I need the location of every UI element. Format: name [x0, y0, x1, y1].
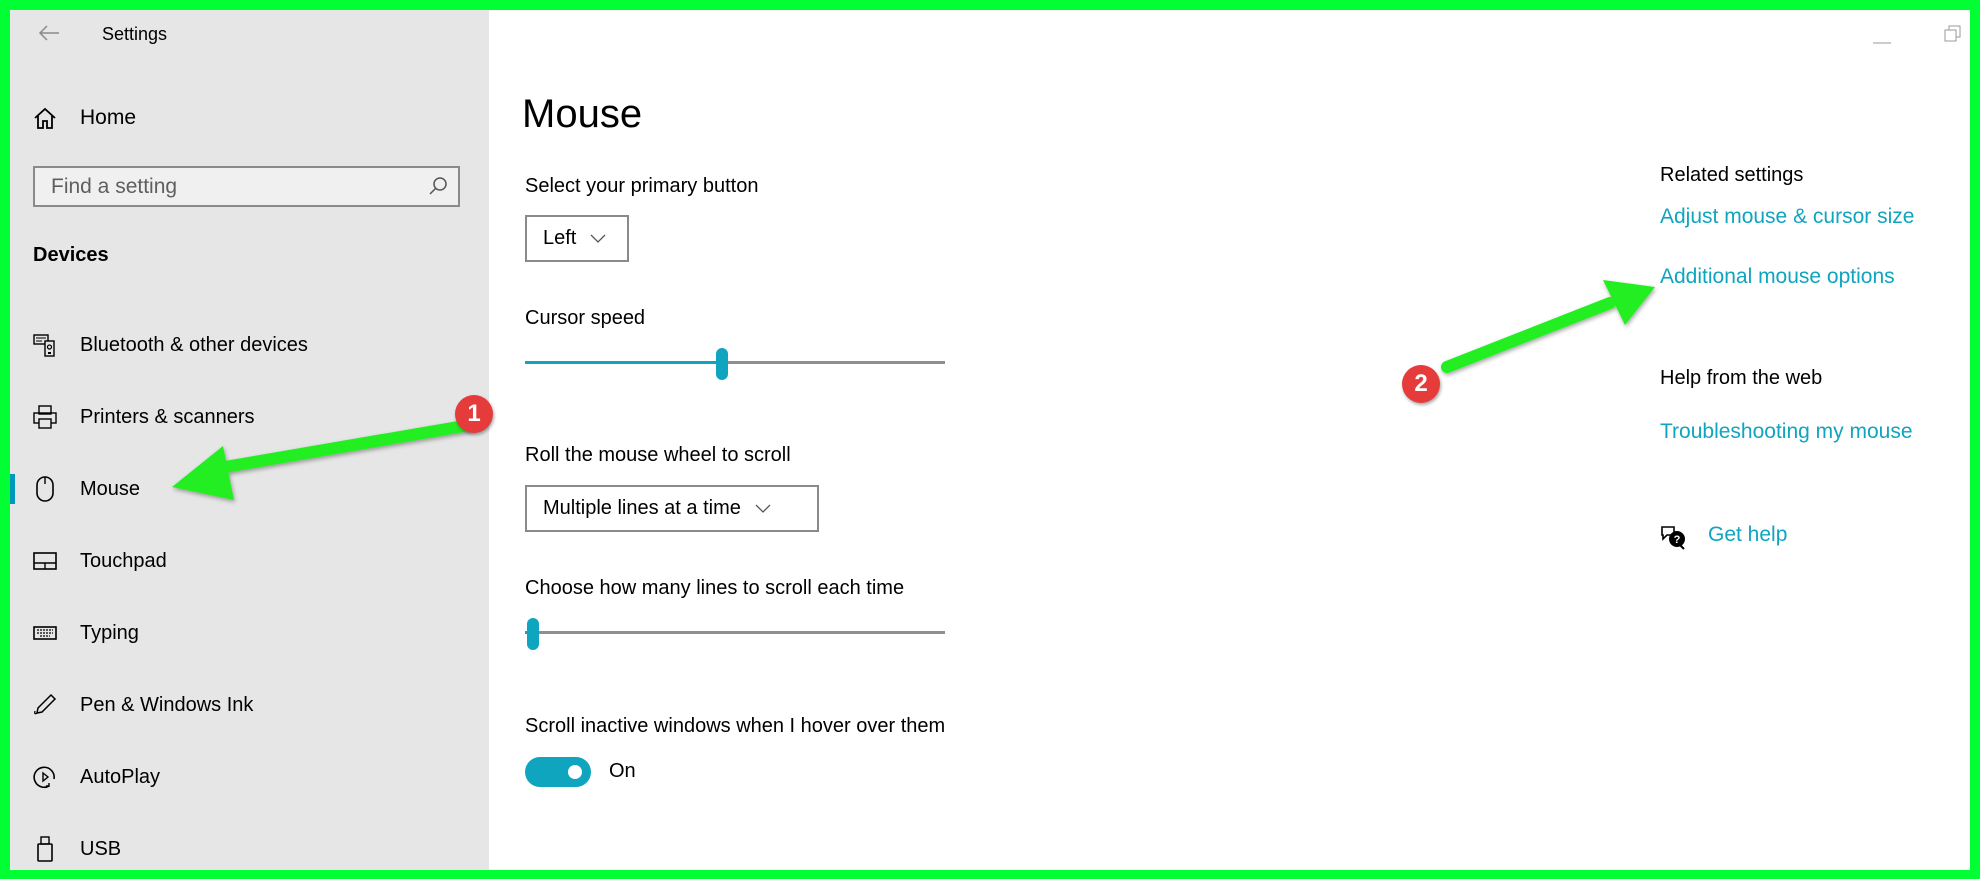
sidebar-item-usb[interactable]: USB	[10, 819, 489, 870]
wheel-scroll-dropdown[interactable]: Multiple lines at a time	[525, 485, 819, 532]
pen-icon	[32, 693, 58, 717]
chevron-down-icon	[590, 234, 606, 244]
sidebar-item-label: Touchpad	[80, 549, 167, 572]
minimize-button[interactable]	[1872, 32, 1894, 44]
back-button[interactable]	[34, 20, 64, 48]
sidebar-home[interactable]: Home	[32, 100, 136, 136]
search-icon[interactable]	[428, 176, 448, 201]
settings-window: Settings Home Devices Bluetooth & other …	[10, 10, 1970, 870]
adjust-cursor-size-link[interactable]: Adjust mouse & cursor size	[1660, 205, 1914, 229]
slider-thumb[interactable]	[716, 348, 729, 380]
sidebar-item-label: Mouse	[80, 477, 141, 500]
sidebar-item-printers[interactable]: Printers & scanners	[10, 387, 489, 447]
additional-mouse-options-link[interactable]: Additional mouse options	[1660, 265, 1895, 289]
cursor-speed-label: Cursor speed	[525, 307, 646, 329]
primary-button-dropdown[interactable]: Left	[525, 215, 629, 262]
page-title: Mouse	[522, 92, 643, 136]
annotation-marker-2: 2	[1402, 365, 1440, 403]
lines-to-scroll-slider[interactable]	[525, 618, 945, 650]
svg-text:?: ?	[1674, 534, 1681, 546]
search-input[interactable]	[35, 168, 421, 205]
scroll-inactive-state: On	[609, 760, 636, 782]
sidebar: Settings Home Devices Bluetooth & other …	[10, 10, 489, 870]
troubleshooting-link[interactable]: Troubleshooting my mouse	[1660, 420, 1913, 444]
sidebar-item-label: Printers & scanners	[80, 405, 255, 428]
sidebar-item-pen[interactable]: Pen & Windows Ink	[10, 675, 489, 735]
sidebar-item-autoplay[interactable]: AutoPlay	[10, 747, 489, 807]
sidebar-item-touchpad[interactable]: Touchpad	[10, 531, 489, 591]
primary-button-value: Left	[543, 227, 577, 249]
sidebar-item-label: Typing	[80, 621, 139, 644]
slider-thumb[interactable]	[527, 618, 540, 650]
restore-icon	[1944, 25, 1961, 42]
sidebar-item-label: AutoPlay	[80, 765, 161, 788]
restore-button[interactable]	[1944, 25, 1962, 43]
keyboard-icon	[32, 625, 58, 641]
bluetooth-devices-icon	[32, 333, 58, 357]
back-arrow-icon	[38, 25, 59, 41]
autoplay-icon	[32, 765, 58, 789]
sidebar-item-label: Pen & Windows Ink	[80, 693, 254, 716]
wheel-scroll-value: Multiple lines at a time	[543, 497, 741, 519]
touchpad-icon	[32, 551, 58, 571]
sidebar-item-typing[interactable]: Typing	[10, 603, 489, 663]
section-title: Devices	[33, 244, 109, 266]
get-help-link[interactable]: Get help	[1708, 523, 1787, 547]
mouse-icon	[32, 476, 58, 502]
get-help-icon[interactable]: ?	[1659, 524, 1689, 552]
minimize-icon	[1873, 42, 1891, 44]
toggle-knob	[568, 765, 582, 779]
chevron-down-icon	[755, 504, 771, 514]
sidebar-item-label: Bluetooth & other devices	[80, 333, 308, 356]
slider-track	[525, 631, 945, 634]
wheel-scroll-label: Roll the mouse wheel to scroll	[525, 444, 791, 466]
primary-button-label: Select your primary button	[525, 175, 759, 197]
scroll-inactive-toggle[interactable]	[525, 757, 591, 787]
lines-to-scroll-label: Choose how many lines to scroll each tim…	[525, 577, 905, 599]
home-icon	[32, 107, 58, 129]
sidebar-item-label: USB	[80, 837, 122, 860]
sidebar-item-bluetooth[interactable]: Bluetooth & other devices	[10, 315, 489, 375]
cursor-speed-slider[interactable]	[525, 348, 945, 380]
related-settings-heading: Related settings	[1660, 164, 1804, 186]
help-from-web-heading: Help from the web	[1660, 367, 1823, 389]
slider-fill	[525, 361, 723, 364]
printer-icon	[32, 405, 58, 429]
search-box[interactable]	[33, 166, 460, 207]
annotation-marker-1: 1	[455, 395, 493, 433]
usb-icon	[32, 836, 58, 862]
home-label: Home	[80, 106, 137, 129]
window-title: Settings	[102, 24, 168, 44]
sidebar-item-mouse[interactable]: Mouse	[10, 459, 489, 519]
scroll-inactive-label: Scroll inactive windows when I hover ove…	[525, 715, 946, 737]
